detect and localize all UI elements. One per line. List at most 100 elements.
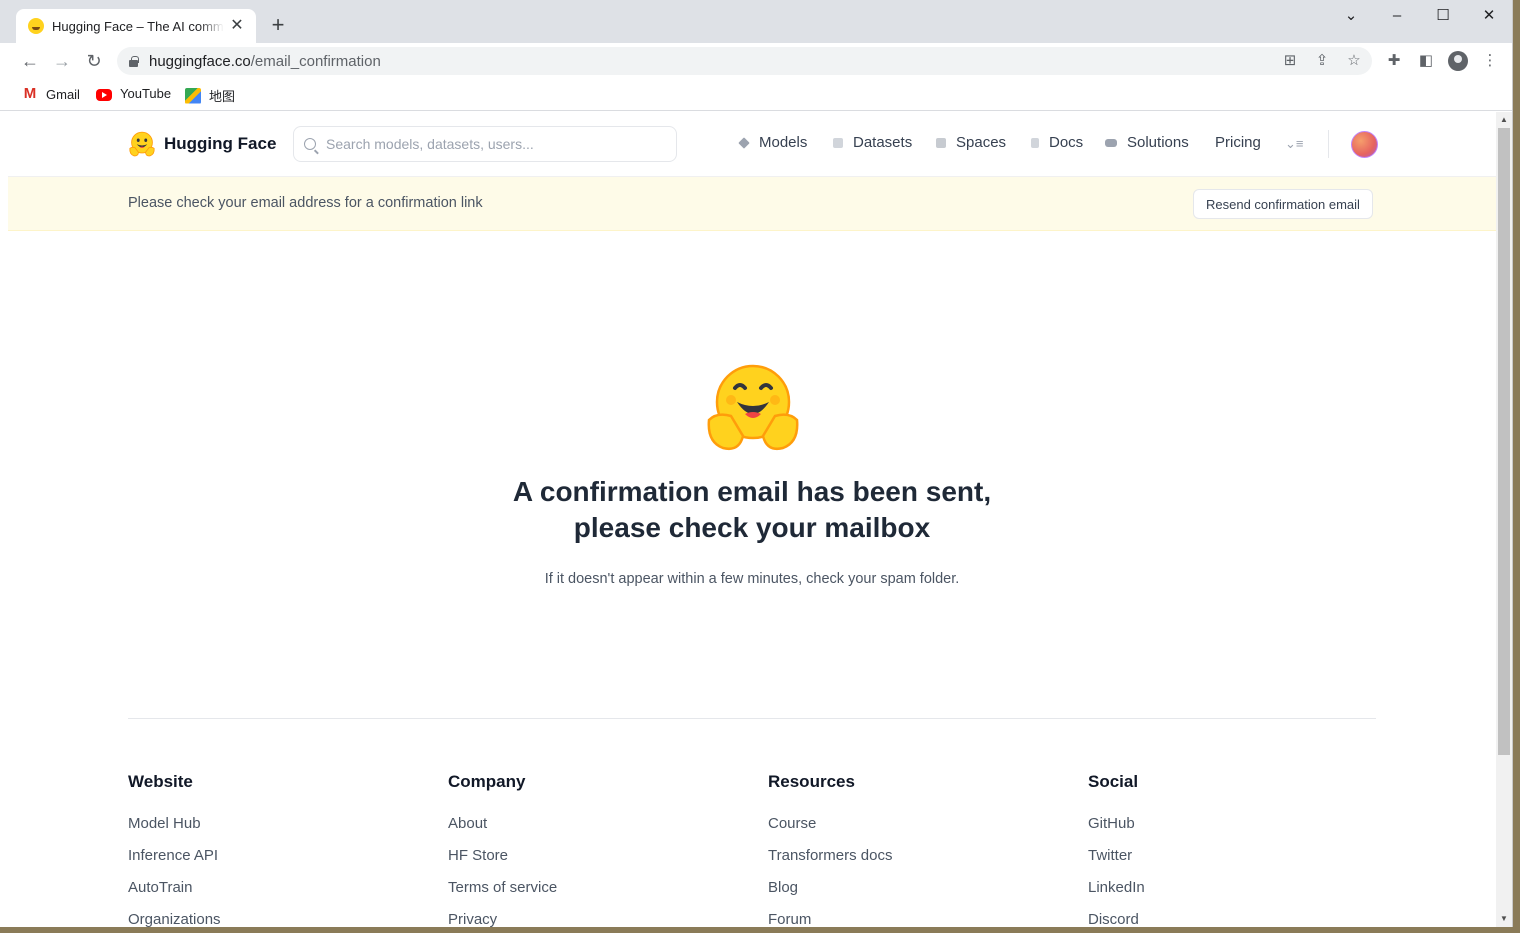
footer-link[interactable]: About: [448, 815, 557, 847]
user-avatar[interactable]: [1351, 131, 1378, 158]
scrollbar-thumb[interactable]: [1498, 128, 1510, 755]
bookmark-maps[interactable]: 地图: [185, 86, 235, 105]
back-icon[interactable]: ←: [18, 49, 42, 73]
site-header: Hugging Face Models Datasets Spaces Docs: [8, 112, 1496, 177]
bookmark-label: Gmail: [46, 86, 80, 102]
nav-label: Docs: [1049, 134, 1084, 151]
footer-link[interactable]: Blog: [768, 879, 892, 911]
footer-link[interactable]: Discord: [1088, 911, 1145, 927]
footer-divider: [128, 718, 1376, 719]
tab-search-chevron-icon[interactable]: ⌄: [1340, 4, 1362, 28]
more-menu-icon[interactable]: ⌄≡: [1285, 136, 1303, 152]
search-input[interactable]: [326, 136, 646, 152]
nav-spaces[interactable]: Spaces: [936, 134, 1006, 151]
headline-line-2: please check your mailbox: [573, 512, 931, 543]
chrome-menu-icon[interactable]: ⋮: [1480, 51, 1500, 71]
nav-label: Datasets: [853, 134, 913, 151]
url-text[interactable]: huggingface.co/email_confirmation: [149, 53, 381, 70]
tab-strip: Hugging Face – The AI commu ✕ + ⌄ – ☐ ✕: [0, 0, 1512, 43]
footer-column-title: Company: [448, 772, 526, 791]
bookmark-gmail[interactable]: M Gmail: [22, 86, 80, 102]
hugging-face-favicon-icon: [28, 18, 44, 34]
footer-link[interactable]: LinkedIn: [1088, 879, 1145, 911]
bookmark-star-icon[interactable]: ☆: [1344, 51, 1364, 71]
nav-label: Spaces: [956, 134, 1007, 151]
forward-icon[interactable]: →: [50, 49, 74, 73]
page-scrollbar[interactable]: ▲ ▼: [1496, 112, 1512, 927]
spaces-icon: [936, 137, 946, 148]
datasets-icon: [833, 137, 843, 148]
confirmation-banner: Please check your email address for a co…: [8, 177, 1496, 231]
footer-link[interactable]: Course: [768, 815, 892, 847]
footer-link[interactable]: GitHub: [1088, 815, 1145, 847]
translate-icon[interactable]: ⊞: [1280, 51, 1300, 71]
tab-title: Hugging Face – The AI commu: [52, 18, 224, 34]
extensions-icon[interactable]: ✚: [1384, 51, 1404, 71]
footer-column-company: Company About HF Store Terms of service …: [448, 772, 557, 927]
bookmarks-bar: M Gmail YouTube 地图: [0, 79, 1512, 111]
share-icon[interactable]: ⇪: [1312, 51, 1332, 71]
footer-column-title: Website: [128, 772, 193, 791]
bookmark-label: 地图: [209, 89, 236, 104]
search-icon: [304, 138, 316, 150]
resend-confirmation-button[interactable]: Resend confirmation email: [1193, 189, 1373, 219]
hugging-face-emoji-icon: [129, 131, 155, 157]
scroll-down-icon[interactable]: ▼: [1496, 912, 1512, 926]
address-bar[interactable]: huggingface.co/email_confirmation: [117, 47, 1372, 75]
footer-column-title: Social: [1088, 772, 1139, 791]
confirmation-subtext: If it doesn't appear within a few minute…: [544, 571, 960, 587]
headline-line-1: A confirmation email has been sent,: [512, 476, 992, 507]
footer-column-social: Social GitHub Twitter LinkedIn Discord: [1088, 772, 1145, 927]
nav-pricing[interactable]: Pricing: [1215, 134, 1261, 151]
page-viewport: Hugging Face Models Datasets Spaces Docs: [8, 112, 1496, 927]
site-search[interactable]: [293, 126, 677, 162]
browser-window: Hugging Face – The AI commu ✕ + ⌄ – ☐ ✕ …: [0, 0, 1513, 927]
browser-toolbar: ← → ↻ huggingface.co/email_confirmation …: [0, 43, 1512, 79]
footer-link[interactable]: AutoTrain: [128, 879, 221, 911]
scroll-up-icon[interactable]: ▲: [1496, 113, 1512, 127]
solutions-icon: [1105, 138, 1117, 147]
confirmation-headline: A confirmation email has been sent, plea…: [308, 474, 1196, 546]
maps-icon: [185, 87, 201, 104]
nav-label: Models: [759, 134, 808, 151]
footer-column-website: Website Model Hub Inference API AutoTrai…: [128, 772, 221, 927]
bookmark-label: YouTube: [120, 86, 172, 101]
models-icon: [738, 136, 750, 149]
close-tab-icon[interactable]: ✕: [228, 17, 246, 35]
reload-icon[interactable]: ↻: [82, 49, 106, 73]
new-tab-icon[interactable]: +: [268, 14, 288, 36]
side-panel-icon[interactable]: ◧: [1416, 51, 1436, 71]
nav-label: Solutions: [1127, 134, 1189, 151]
footer-link[interactable]: Terms of service: [448, 879, 557, 911]
hugging-face-emoji-icon: [707, 364, 799, 450]
footer-link[interactable]: Privacy: [448, 911, 557, 927]
footer-link[interactable]: Forum: [768, 911, 892, 927]
footer-link[interactable]: Organizations: [128, 911, 221, 927]
docs-icon: [1031, 137, 1039, 148]
browser-tab[interactable]: Hugging Face – The AI commu ✕: [16, 9, 256, 43]
footer-column-resources: Resources Course Transformers docs Blog …: [768, 772, 892, 927]
bookmark-youtube[interactable]: YouTube: [96, 86, 171, 101]
nav-models[interactable]: Models: [738, 134, 808, 151]
nav-docs[interactable]: Docs: [1031, 134, 1083, 151]
hugging-face-logo[interactable]: Hugging Face: [128, 131, 276, 157]
profile-icon[interactable]: [1448, 51, 1468, 71]
footer-link[interactable]: HF Store: [448, 847, 557, 879]
footer-column-title: Resources: [768, 772, 855, 791]
footer-link[interactable]: Transformers docs: [768, 847, 892, 879]
lock-icon[interactable]: [129, 55, 139, 67]
gmail-icon: M: [23, 85, 37, 102]
nav-datasets[interactable]: Datasets: [833, 134, 912, 151]
header-divider: [1328, 130, 1329, 158]
maximize-icon[interactable]: ☐: [1432, 4, 1454, 28]
close-window-icon[interactable]: ✕: [1478, 4, 1500, 28]
minimize-icon[interactable]: –: [1386, 4, 1408, 28]
nav-solutions[interactable]: Solutions: [1105, 134, 1189, 151]
footer-link[interactable]: Twitter: [1088, 847, 1145, 879]
banner-message: Please check your email address for a co…: [128, 195, 483, 211]
youtube-icon: [96, 88, 112, 101]
brand-name: Hugging Face: [164, 134, 277, 153]
footer-link[interactable]: Model Hub: [128, 815, 221, 847]
footer-link[interactable]: Inference API: [128, 847, 221, 879]
nav-label: Pricing: [1215, 134, 1261, 151]
